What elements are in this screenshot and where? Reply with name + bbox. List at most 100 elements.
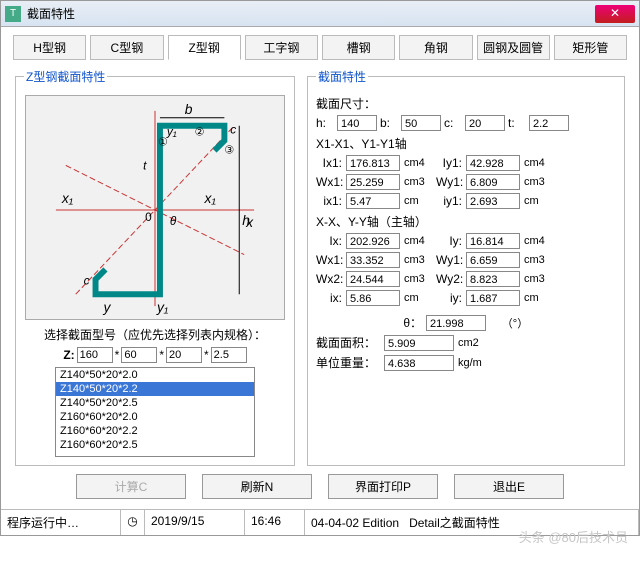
left-fieldset: Z型钢截面特性 b y₁ ② ③ ① c t <box>15 68 295 466</box>
Wx1-val: 25.259 <box>346 174 400 190</box>
svg-text:③: ③ <box>224 144 234 156</box>
list-item[interactable]: Z140*50*20*2.5 <box>56 396 254 410</box>
print-button[interactable]: 界面打印P <box>328 474 438 499</box>
t-val: 2.2 <box>529 115 569 131</box>
weight-val: 4.638 <box>384 355 454 371</box>
theta-val: 21.998 <box>426 315 486 331</box>
ix1-lab: ix1: <box>316 194 342 208</box>
ix-val: 5.86 <box>346 290 400 306</box>
Wy1-lab: Wy1: <box>436 175 462 189</box>
z-input-3[interactable] <box>166 347 202 363</box>
app-icon: T <box>5 6 21 22</box>
Iy-lab: Iy: <box>436 234 462 248</box>
Ix-u: cm4 <box>404 235 432 247</box>
theta-lab: θ： <box>392 314 422 331</box>
iy1-val: 2.693 <box>466 193 520 209</box>
status-detail: Detail之截面特性 <box>409 516 500 530</box>
list-item[interactable]: Z160*60*20*2.0 <box>56 410 254 424</box>
close-button[interactable]: ✕ <box>595 5 635 23</box>
area-val: 5.909 <box>384 335 454 351</box>
z-input-2[interactable] <box>121 347 157 363</box>
b-label: b: <box>380 116 398 130</box>
tab-6[interactable]: 圆钢及圆管 <box>477 35 550 60</box>
Wx1-u: cm3 <box>404 176 432 188</box>
tab-2[interactable]: Z型钢 <box>168 35 241 60</box>
section-listbox[interactable]: Z140*50*20*2.0Z140*50*20*2.2Z140*50*20*2… <box>55 367 255 457</box>
axis1-title: X1-X1、Y1-Y1轴 <box>316 135 616 152</box>
list-item[interactable]: Z140*50*20*2.2 <box>56 382 254 396</box>
iy-lab: iy: <box>436 291 462 305</box>
window-title: 截面特性 <box>27 5 595 22</box>
clock-icon: ◷ <box>121 510 145 535</box>
h-label: h: <box>316 116 334 130</box>
ix1-u: cm <box>404 195 432 207</box>
Wx1-lab: Wx1: <box>316 175 342 189</box>
Iy1-lab: Iy1: <box>436 156 462 170</box>
status-edition: 04-04-02 Edition <box>311 516 399 530</box>
Wy2-u: cm3 <box>524 273 552 285</box>
Wx2-lab: Wx2: <box>316 272 342 286</box>
Wy1b-u: cm3 <box>524 254 552 266</box>
Iy-u: cm4 <box>524 235 552 247</box>
dim-title: 截面尺寸： <box>316 95 616 112</box>
tab-4[interactable]: 槽钢 <box>322 35 395 60</box>
svg-text:b: b <box>185 101 193 117</box>
Wy2-lab: Wy2: <box>436 272 462 286</box>
Ix1-u: cm4 <box>404 157 432 169</box>
tab-3[interactable]: 工字钢 <box>245 35 318 60</box>
z-prefix: Z: <box>63 348 74 362</box>
list-item[interactable]: Z140*50*20*2.0 <box>56 368 254 382</box>
status-date: 2019/9/15 <box>145 510 245 535</box>
iy1-u: cm <box>524 195 552 207</box>
Wx2-u: cm3 <box>404 273 432 285</box>
status-time: 16:46 <box>245 510 305 535</box>
Wy2-val: 8.823 <box>466 271 520 287</box>
ix1-val: 5.47 <box>346 193 400 209</box>
list-item[interactable]: Z160*60*20*2.2 <box>56 424 254 438</box>
tab-5[interactable]: 角钢 <box>399 35 472 60</box>
svg-text:y₁: y₁ <box>156 299 169 315</box>
svg-text:c: c <box>84 273 90 287</box>
svg-text:x₁: x₁ <box>61 190 74 206</box>
calc-button[interactable]: 计算C <box>76 474 186 499</box>
exit-button[interactable]: 退出E <box>454 474 564 499</box>
iy-val: 1.687 <box>466 290 520 306</box>
Wx2-val: 24.544 <box>346 271 400 287</box>
ix-u: cm <box>404 292 432 304</box>
Iy1-val: 42.928 <box>466 155 520 171</box>
Iy1-u: cm4 <box>524 157 552 169</box>
tab-0[interactable]: H型钢 <box>13 35 86 60</box>
z-sep-3: * <box>204 348 209 362</box>
Ix1-val: 176.813 <box>346 155 400 171</box>
t-label: t: <box>508 116 526 130</box>
area-lab: 截面面积： <box>316 334 380 351</box>
Wy1b-lab: Wy1: <box>436 253 462 267</box>
Iy-val: 16.814 <box>466 233 520 249</box>
z-input-4[interactable] <box>211 347 247 363</box>
list-item[interactable]: Z160*60*20*2.5 <box>56 438 254 452</box>
tab-1[interactable]: C型钢 <box>90 35 163 60</box>
b-val: 50 <box>401 115 441 131</box>
svg-text:②: ② <box>195 127 205 139</box>
area-u: cm2 <box>458 337 498 349</box>
svg-text:t: t <box>143 158 147 172</box>
z-input-1[interactable] <box>77 347 113 363</box>
tab-7[interactable]: 矩形管 <box>554 35 627 60</box>
select-label: 选择截面型号（应优先选择列表内规格）： <box>24 326 286 343</box>
ix-lab: ix: <box>316 291 342 305</box>
Wy1-val: 6.809 <box>466 174 520 190</box>
z-sep-1: * <box>115 348 120 362</box>
refresh-button[interactable]: 刷新N <box>202 474 312 499</box>
Wy1b-val: 6.659 <box>466 252 520 268</box>
tab-strip: H型钢C型钢Z型钢工字钢槽钢角钢圆钢及圆管矩形管 <box>13 35 627 60</box>
iy1-lab: iy1: <box>436 194 462 208</box>
Ix-lab: Ix: <box>316 234 342 248</box>
Wx1b-u: cm3 <box>404 254 432 266</box>
status-bar: 程序运行中… ◷ 2019/9/15 16:46 04-04-02 Editio… <box>1 509 639 535</box>
svg-text:0: 0 <box>145 210 152 224</box>
Wx1b-val: 33.352 <box>346 252 400 268</box>
h-val: 140 <box>337 115 377 131</box>
Ix1-lab: Ix1: <box>316 156 342 170</box>
Ix-val: 202.926 <box>346 233 400 249</box>
z-sep-2: * <box>159 348 164 362</box>
